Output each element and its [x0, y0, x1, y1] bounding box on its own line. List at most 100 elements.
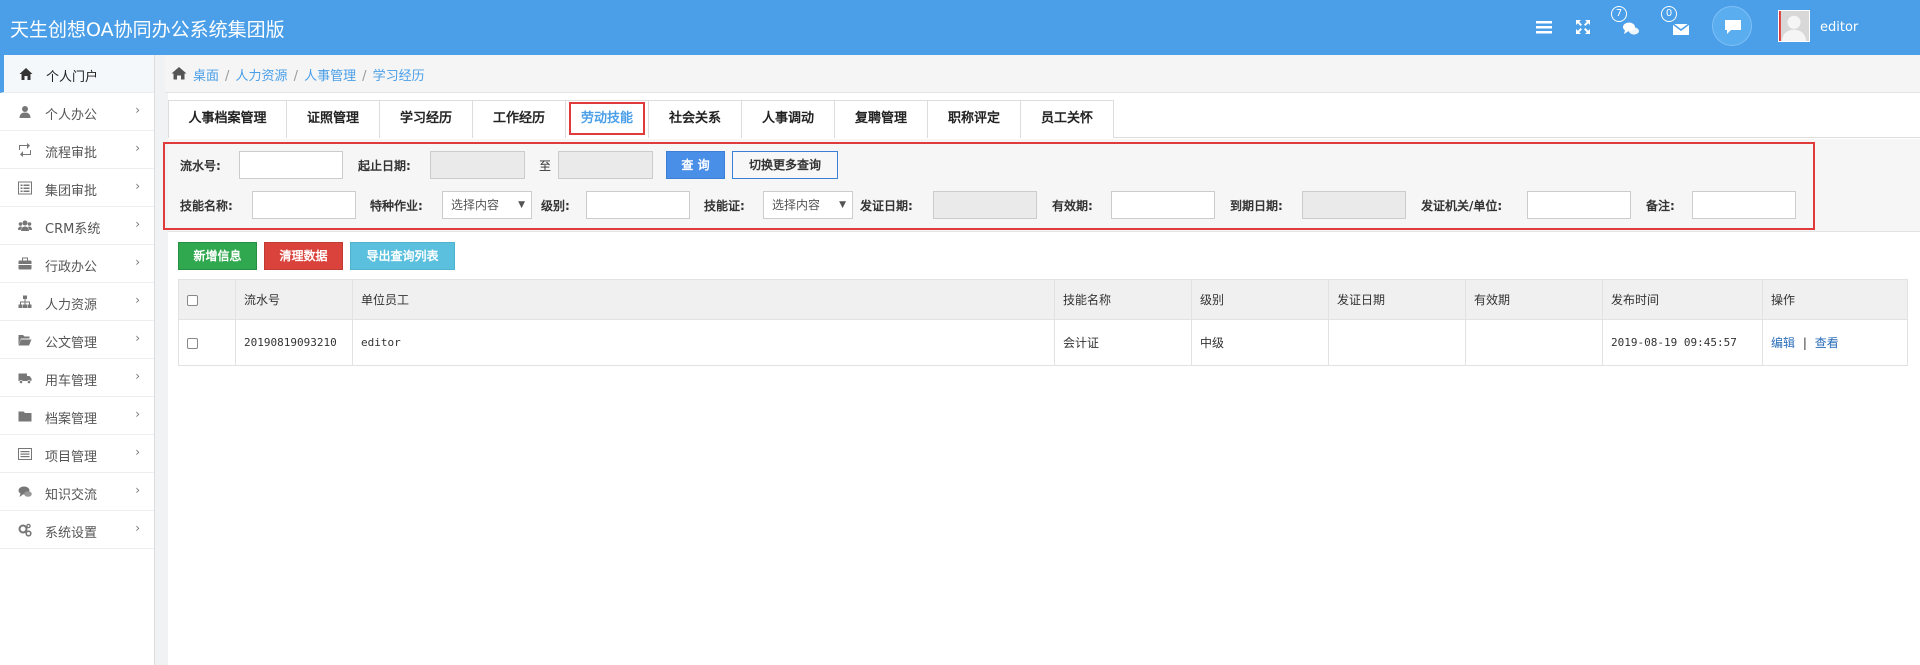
sidebar-item-label: 集团审批 [45, 184, 98, 199]
valid-cell [1465, 319, 1603, 366]
serial-label: 流水号: [180, 159, 221, 173]
tab-employee-care[interactable]: 员工关怀 [1020, 100, 1114, 138]
chevron-right-icon: › [135, 407, 140, 421]
comment-icon [1725, 20, 1741, 34]
top-bar: 天生创想OA协同办公系统集团版 7 0 editor [0, 0, 1920, 55]
table-row: 20190819093210 editor 会计证 中级 2019-08-19 … [178, 319, 1908, 366]
tab-certificates[interactable]: 证照管理 [286, 100, 380, 138]
breadcrumb-personnel[interactable]: 人事管理 [304, 69, 356, 84]
tab-social-relations[interactable]: 社会关系 [648, 100, 742, 138]
username[interactable]: editor [1820, 20, 1858, 35]
column-header[interactable]: 流水号 [235, 279, 353, 320]
column-header[interactable]: 级别 [1191, 279, 1329, 320]
sidebar-item-projects[interactable]: 项目管理 › [0, 435, 154, 473]
sidebar-item-label: 档案管理 [45, 412, 98, 427]
special-work-select[interactable]: 选择内容 ▼ [442, 191, 532, 219]
select-all-cell [178, 279, 236, 320]
sidebar-item-label: 项目管理 [45, 450, 98, 465]
edit-link[interactable]: 编辑 [1771, 336, 1795, 350]
fullscreen-icon[interactable] [1574, 18, 1592, 34]
cogs-icon [18, 523, 32, 537]
tab-personnel-files[interactable]: 人事档案管理 [168, 100, 287, 138]
breadcrumb-desktop[interactable]: 桌面 [193, 69, 219, 84]
end-date-input[interactable] [558, 151, 653, 179]
highlight-box [569, 102, 645, 135]
sidebar: 个人门户 个人办公 › 流程审批 › 集团审批 › CRM系统 › 行政办公 ›… [0, 55, 155, 665]
sidebar-item-label: CRM系统 [45, 222, 101, 237]
start-date-input[interactable] [430, 151, 525, 179]
home-icon [19, 68, 33, 80]
clear-data-button[interactable]: 清理数据 [264, 242, 343, 270]
retweet-icon [19, 143, 31, 157]
published-cell: 2019-08-19 09:45:57 [1602, 319, 1763, 366]
toggle-more-query-button[interactable]: 切换更多查询 [732, 151, 838, 179]
sidebar-item-crm[interactable]: CRM系统 › [0, 207, 154, 245]
tab-bar: 人事档案管理 证照管理 学习经历 工作经历 劳动技能 社会关系 人事调动 复聘管… [168, 100, 1920, 138]
column-header[interactable]: 发证日期 [1328, 279, 1466, 320]
skill-name-input[interactable] [252, 191, 356, 219]
select-all-checkbox[interactable] [187, 294, 198, 306]
caret-down-icon: ▼ [518, 200, 525, 210]
sidebar-item-knowledge[interactable]: 知识交流 › [0, 473, 154, 511]
sidebar-item-vehicles[interactable]: 用车管理 › [0, 359, 154, 397]
row-checkbox[interactable] [187, 337, 198, 349]
chevron-right-icon: › [135, 521, 140, 535]
user-icon [19, 106, 31, 118]
column-header[interactable]: 有效期 [1465, 279, 1603, 320]
sidebar-item-personal-office[interactable]: 个人办公 › [0, 93, 154, 131]
sidebar-item-documents[interactable]: 公文管理 › [0, 321, 154, 359]
tab-transfers[interactable]: 人事调动 [741, 100, 835, 138]
avatar[interactable] [1778, 10, 1810, 42]
valid-period-label: 有效期: [1052, 199, 1093, 213]
comments-icon [18, 486, 32, 497]
column-header[interactable]: 单位员工 [352, 279, 1055, 320]
export-list-button[interactable]: 导出查询列表 [350, 242, 455, 270]
breadcrumb-hr[interactable]: 人力资源 [236, 69, 288, 84]
valid-period-input[interactable] [1111, 191, 1215, 219]
sidebar-item-hr[interactable]: 人力资源 › [0, 283, 154, 321]
issuer-input[interactable] [1527, 191, 1631, 219]
query-button[interactable]: 查 询 [666, 151, 725, 179]
tab-work-history[interactable]: 工作经历 [472, 100, 566, 138]
breadcrumb-current[interactable]: 学习经历 [373, 69, 425, 84]
app-title: 天生创想OA协同办公系统集团版 [10, 19, 285, 41]
breadcrumb: 桌面 / 人力资源 / 人事管理 / 学习经历 [165, 55, 1920, 93]
skill-cert-select[interactable]: 选择内容 ▼ [763, 191, 853, 219]
chevron-right-icon: › [135, 331, 140, 345]
issue-date-label: 发证日期: [860, 199, 913, 213]
breadcrumb-items: 桌面 / 人力资源 / 人事管理 / 学习经历 [193, 69, 425, 84]
to-label: 至 [539, 159, 552, 173]
actions-cell: 编辑 | 查看 [1762, 319, 1908, 366]
expire-date-input[interactable] [1302, 191, 1406, 219]
issuer-label: 发证机关/单位: [1421, 199, 1503, 213]
sidebar-item-label: 人力资源 [45, 298, 98, 313]
level-input[interactable] [586, 191, 690, 219]
tab-title-evaluation[interactable]: 职称评定 [927, 100, 1021, 138]
tab-education[interactable]: 学习经历 [379, 100, 473, 138]
mail-icon[interactable] [1672, 20, 1690, 36]
sidebar-item-portal[interactable]: 个人门户 [0, 55, 154, 93]
sidebar-item-workflow[interactable]: 流程审批 › [0, 131, 154, 169]
issue-date-input[interactable] [933, 191, 1037, 219]
add-info-button[interactable]: 新增信息 [178, 242, 257, 270]
employee-cell[interactable]: editor [352, 319, 1055, 366]
list-icon [18, 448, 32, 460]
remark-label: 备注: [1646, 199, 1675, 213]
menu-icon[interactable] [1535, 18, 1553, 34]
serial-input[interactable] [239, 151, 343, 179]
sidebar-item-settings[interactable]: 系统设置 › [0, 511, 154, 549]
tab-labor-skills[interactable]: 劳动技能 [565, 100, 649, 138]
column-header[interactable]: 发布时间 [1602, 279, 1763, 320]
chevron-right-icon: › [135, 293, 140, 307]
chat-icon[interactable] [1622, 20, 1640, 36]
column-header[interactable]: 技能名称 [1054, 279, 1192, 320]
view-link[interactable]: 查看 [1815, 336, 1839, 350]
sidebar-item-group-approval[interactable]: 集团审批 › [0, 169, 154, 207]
date-range-label: 起止日期: [358, 159, 411, 173]
sidebar-item-archives[interactable]: 档案管理 › [0, 397, 154, 435]
remark-input[interactable] [1692, 191, 1796, 219]
comment-button[interactable] [1712, 6, 1752, 46]
search-panel: 流水号: 起止日期: 至 查 询 切换更多查询 技能名称: 特种作业: 选择内容… [163, 139, 1920, 232]
sidebar-item-admin-office[interactable]: 行政办公 › [0, 245, 154, 283]
tab-rehire[interactable]: 复聘管理 [834, 100, 928, 138]
